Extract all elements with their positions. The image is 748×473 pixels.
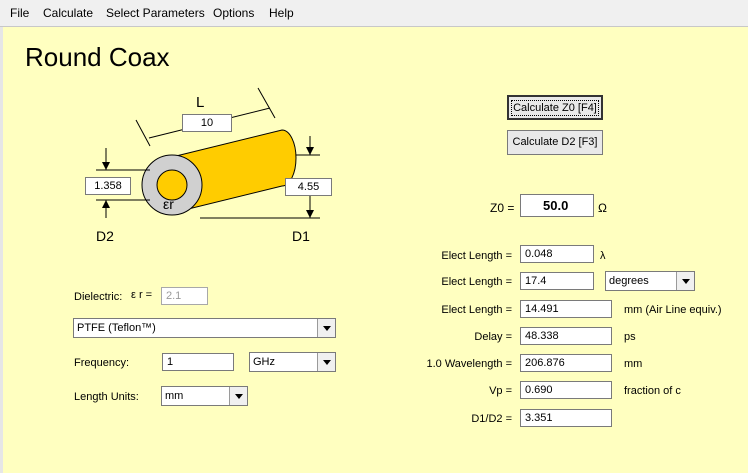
calculate-d2-button[interactable]: Calculate D2 [F3]: [507, 130, 603, 155]
elect-length-mm-label: Elect Length =: [441, 304, 512, 316]
d1-d2-label: D1/D2 =: [471, 413, 512, 425]
d1-input[interactable]: 4.55: [285, 178, 332, 196]
vp-output: 0.690: [520, 381, 612, 399]
calculate-z0-button[interactable]: Calculate Z0 [F4]: [507, 95, 603, 120]
delay-label: Delay =: [474, 331, 512, 343]
chevron-down-icon[interactable]: [317, 319, 335, 337]
chevron-down-icon[interactable]: [229, 387, 247, 405]
delay-output: 48.338: [520, 327, 612, 345]
length-label: L: [196, 94, 205, 111]
d1-label: D1: [292, 228, 310, 244]
d2-label: D2: [96, 228, 114, 244]
d2-input[interactable]: 1.358: [85, 177, 131, 195]
elect-length-wavelength-label: Elect Length =: [441, 250, 512, 262]
dielectric-label: Dielectric:: [74, 291, 123, 303]
frequency-label: Frequency:: [74, 357, 130, 369]
elect-length-degrees-label: Elect Length =: [441, 276, 512, 288]
angle-unit-select[interactable]: degrees: [605, 271, 695, 291]
length-units-label: Length Units:: [74, 391, 139, 403]
wavelength-output: 206.876: [520, 354, 612, 372]
frequency-unit-select[interactable]: GHz: [249, 352, 336, 372]
elect-length-mm-unit: mm (Air Line equiv.): [624, 304, 722, 316]
wavelength-label: 1.0 Wavelength =: [426, 358, 512, 370]
er-label: ε r =: [131, 289, 153, 301]
length-units-select[interactable]: mm: [161, 386, 248, 406]
z0-label: Z0 =: [490, 201, 515, 215]
chevron-down-icon[interactable]: [317, 353, 335, 371]
wavelength-unit: mm: [624, 358, 643, 370]
frequency-input[interactable]: 1: [162, 353, 234, 371]
chevron-down-icon[interactable]: [676, 272, 694, 290]
z0-output: 50.0: [520, 194, 594, 217]
dielectric-select[interactable]: PTFE (Teflon™): [73, 318, 336, 338]
vp-label: Vp =: [489, 385, 512, 397]
er-input[interactable]: 2.1: [161, 287, 208, 305]
vp-unit: fraction of c: [624, 385, 681, 397]
elect-length-wavelength-output: 0.048: [520, 245, 594, 263]
z0-unit: Ω: [598, 201, 607, 215]
elect-length-mm-output: 14.491: [520, 300, 612, 318]
d1-d2-output: 3.351: [520, 409, 612, 427]
er-symbol: εr: [163, 196, 174, 212]
length-input[interactable]: 10: [182, 114, 232, 132]
delay-unit: ps: [624, 331, 636, 343]
elect-length-degrees-output: 17.4: [520, 272, 594, 290]
elect-length-wavelength-unit: λ: [600, 250, 606, 262]
